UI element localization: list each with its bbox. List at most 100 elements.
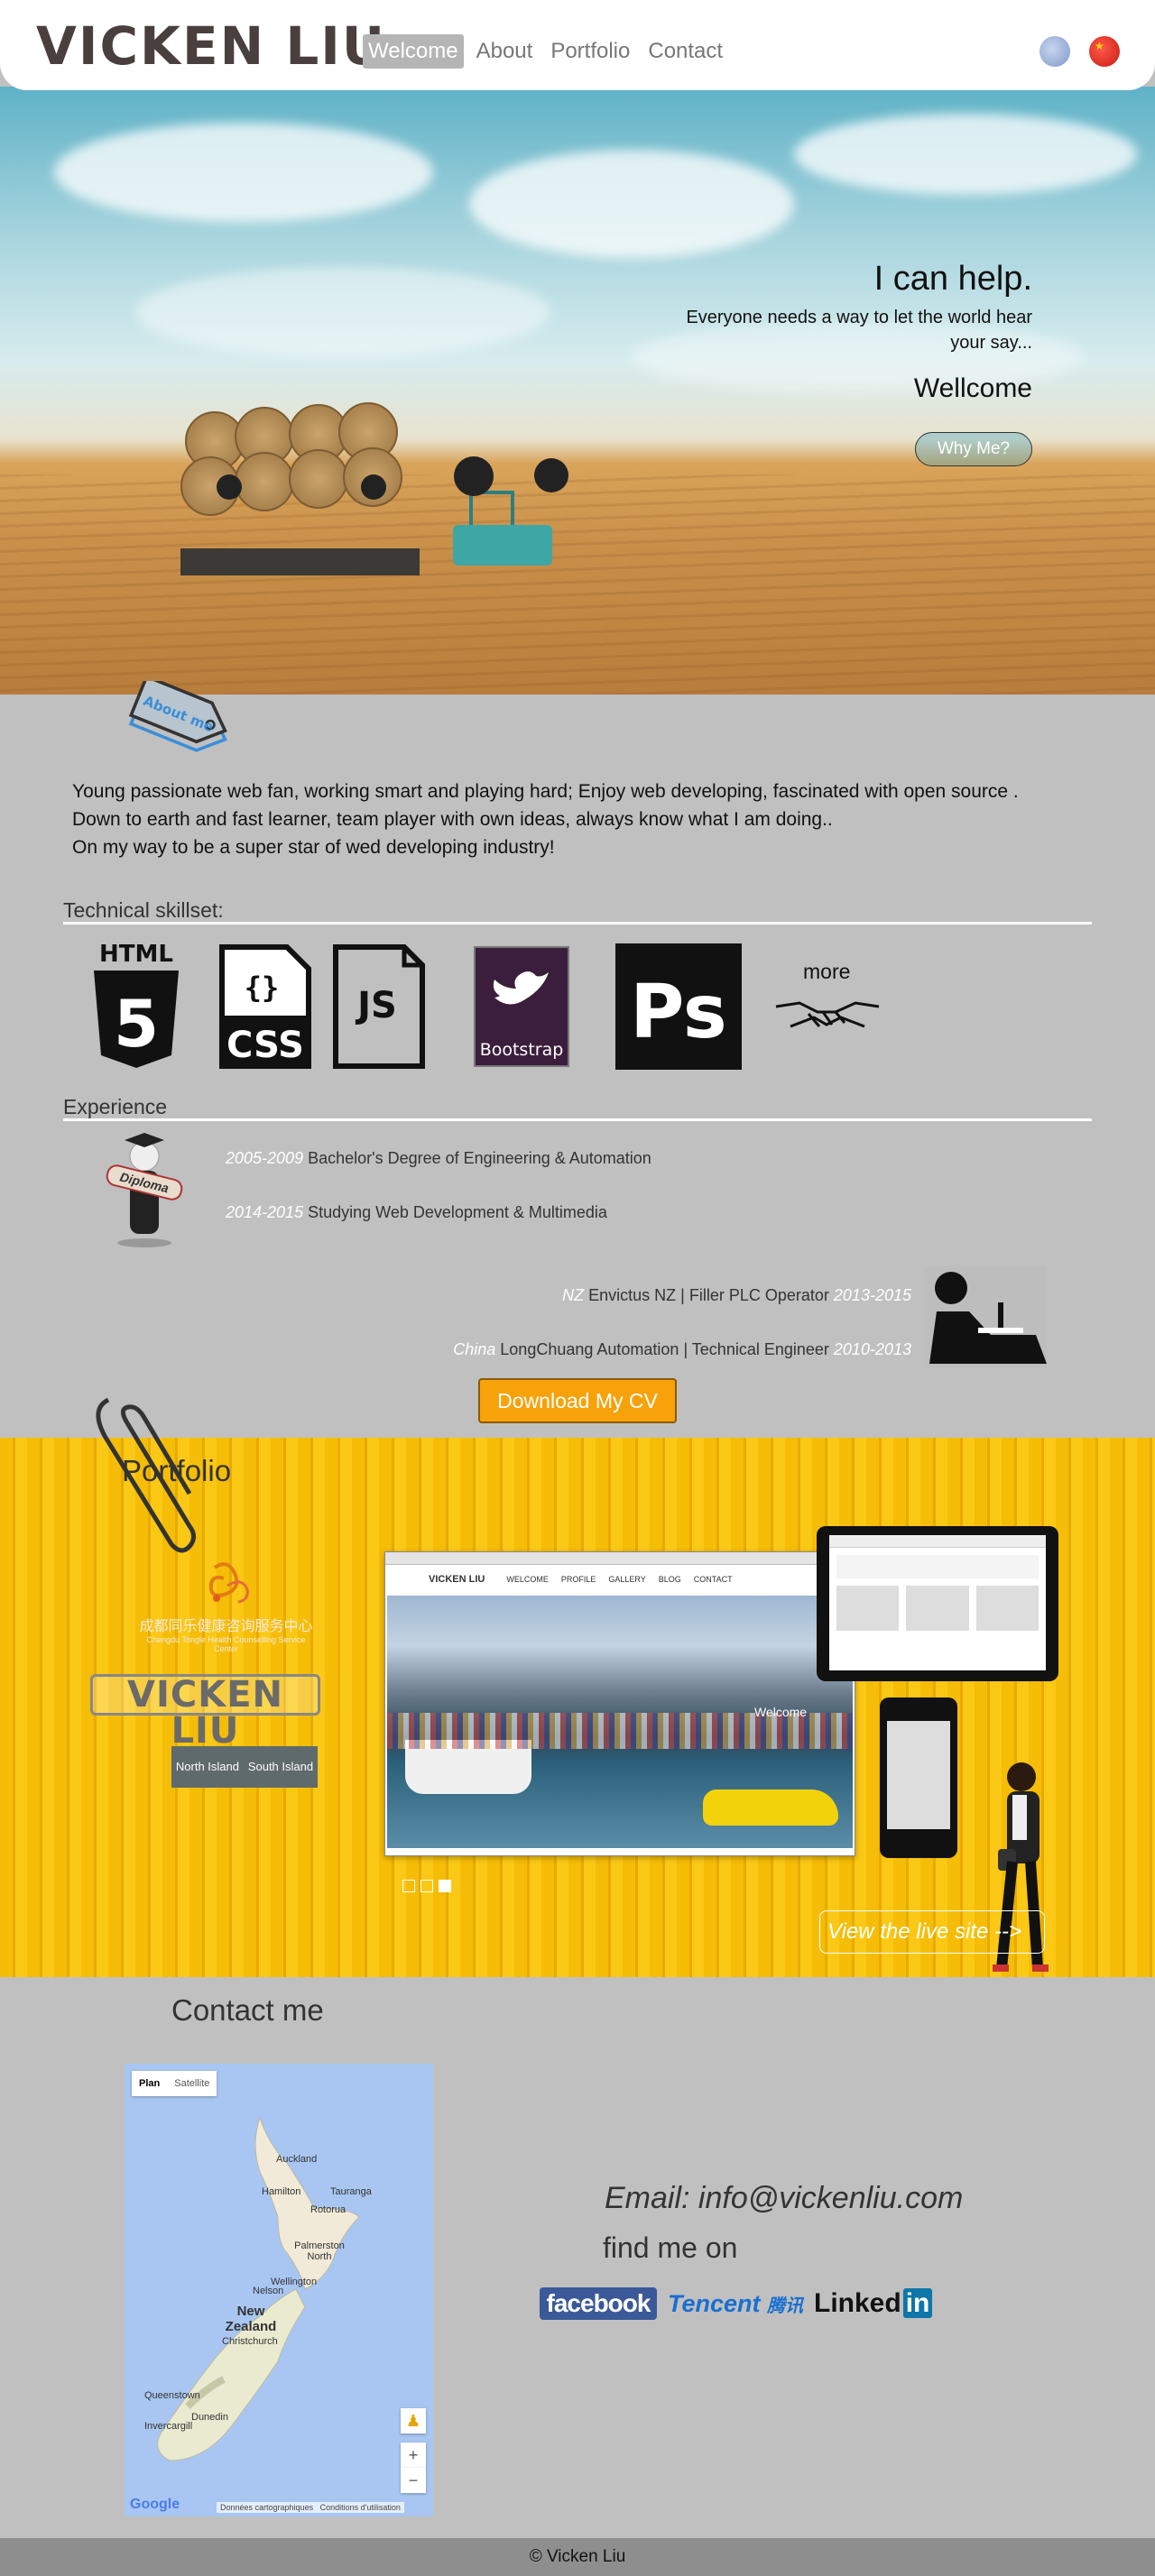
phone-mockup xyxy=(880,1697,957,1858)
work-item: China LongChuang Automation | Technical … xyxy=(453,1340,911,1359)
nav-about[interactable]: About xyxy=(471,34,539,69)
map-city: Wellington xyxy=(271,2277,318,2287)
nav-portfolio[interactable]: Portfolio xyxy=(545,34,635,69)
map-city: Auckland xyxy=(276,2154,318,2165)
work-years: 2010-2013 xyxy=(833,1340,911,1358)
google-map[interactable]: Plan Satellite Auckland Hamilton Taurang… xyxy=(125,2064,433,2516)
work-place: China xyxy=(453,1340,496,1358)
preview-logo: VICKEN LIU xyxy=(429,1574,485,1585)
worker-at-desk-icon xyxy=(924,1266,1047,1367)
tencent-link[interactable]: Tencent 腾讯 xyxy=(668,2287,803,2320)
hero-subtitle: Everyone needs a way to let the world he… xyxy=(686,308,1032,353)
cloud xyxy=(54,123,433,222)
bootstrap-twitter-icon: Bootstrap xyxy=(474,946,569,1067)
hay-trailer xyxy=(180,548,420,575)
map-city: Palmerston North xyxy=(294,2240,345,2262)
map-city: Invercargill xyxy=(144,2421,193,2432)
tractor xyxy=(453,525,552,566)
project-thumb-vicken-liu[interactable]: VICKEN LIU xyxy=(90,1674,320,1749)
find-me-label: find me on xyxy=(603,2231,738,2264)
why-me-button[interactable]: Why Me? xyxy=(915,432,1032,466)
hero-welcome: Wellcome xyxy=(913,373,1032,403)
html-label: HTML xyxy=(99,941,173,968)
carousel-dot-active[interactable] xyxy=(439,1880,451,1892)
wheel xyxy=(217,474,242,500)
pegman-icon[interactable]: ♟ xyxy=(401,2408,426,2433)
download-cv-button[interactable]: Download My CV xyxy=(478,1378,677,1423)
preview-nav-item: PROFILE xyxy=(560,1575,596,1584)
linkedin-word: Linked xyxy=(814,2288,901,2318)
phone-screen xyxy=(887,1721,950,1829)
carousel-dots xyxy=(402,1880,451,1892)
facebook-link[interactable]: facebook xyxy=(540,2287,657,2320)
more-skills-label[interactable]: more xyxy=(803,960,850,984)
linkedin-link[interactable]: Linked in xyxy=(814,2287,933,2320)
zoom-in-button[interactable]: + xyxy=(401,2443,426,2468)
carousel-dot[interactable] xyxy=(402,1880,415,1892)
work-item: NZ Envictus NZ | Filler PLC Operator 201… xyxy=(562,1286,911,1305)
education-text: Studying Web Development & Multimedia xyxy=(308,1203,607,1221)
nav-contact[interactable]: Contact xyxy=(642,34,728,69)
css-icon: {} CSS xyxy=(219,944,311,1069)
preview-caption: Welcome xyxy=(754,1705,808,1719)
preview-photo xyxy=(387,1596,853,1848)
tongle-logo-icon xyxy=(208,1562,249,1604)
project-thumb-tongle[interactable]: 成都同乐健康咨询服务中心 Chengdu Tongle Health Couns… xyxy=(134,1559,319,1653)
js-label: JS xyxy=(355,985,397,1026)
zoom-out-button[interactable]: − xyxy=(401,2468,426,2493)
google-logo: Google xyxy=(130,2497,180,2512)
site-header: VICKEN LIU Welcome About Portfolio Conta… xyxy=(0,0,1155,90)
work-text: LongChuang Automation | Technical Engine… xyxy=(500,1340,829,1358)
handshake-icon[interactable] xyxy=(772,990,882,1044)
view-live-site-button[interactable]: View the live site --> xyxy=(819,1910,1045,1954)
about-line: On my way to be a super star of wed deve… xyxy=(72,837,555,858)
map-city: Queenstown xyxy=(144,2390,200,2401)
work-text: Envictus NZ | Filler PLC Operator xyxy=(588,1286,829,1304)
work-place: NZ xyxy=(562,1286,585,1304)
map-type-tabs: Plan Satellite xyxy=(132,2071,217,2096)
education-years: 2005-2009 xyxy=(226,1149,304,1167)
site-footer: © Vicken Liu xyxy=(0,2538,1155,2576)
map-city: Christchurch xyxy=(222,2336,278,2347)
wheel xyxy=(534,458,568,492)
education-item: 2014-2015 Studying Web Development & Mul… xyxy=(226,1203,607,1222)
contact-email[interactable]: Email: info@vickenliu.com xyxy=(605,2181,963,2216)
photoshop-icon: Ps xyxy=(615,943,742,1070)
wheat-field xyxy=(0,474,1155,695)
nz-flag-icon[interactable] xyxy=(1040,36,1070,67)
about-me-tag-icon: About me xyxy=(128,681,227,752)
tongle-subtitle: Chengdu Tongle Health Counselling Servic… xyxy=(146,1635,306,1653)
preview-nav: VICKEN LIU WELCOME PROFILE GALLERY BLOG … xyxy=(385,1565,855,1594)
hay-bale xyxy=(289,449,348,509)
map-thumb-label: South Island xyxy=(247,1760,314,1773)
jet-boat xyxy=(703,1789,838,1826)
tencent-cn: 腾讯 xyxy=(767,2296,804,2316)
site-logo[interactable]: VICKEN LIU xyxy=(36,20,386,72)
map-tab-plan[interactable]: Plan xyxy=(132,2071,167,2096)
portfolio-preview-browser[interactable]: VICKEN LIU WELCOME PROFILE GALLERY BLOG … xyxy=(384,1551,855,1856)
tencent-latin: Tencent xyxy=(668,2290,761,2317)
experience-title: Experience xyxy=(63,1095,168,1118)
paperclip-icon xyxy=(96,1397,197,1553)
nav-welcome[interactable]: Welcome xyxy=(363,34,464,69)
map-data-link[interactable]: Données cartographiques xyxy=(220,2503,313,2512)
cloud xyxy=(135,267,550,357)
tablet-mockup xyxy=(817,1526,1058,1681)
html5-badge: 5 xyxy=(114,986,159,1062)
skills-title: Technical skillset: xyxy=(63,898,224,922)
map-footer: Données cartographiques Conditions d'uti… xyxy=(217,2502,404,2513)
education-text: Bachelor's Degree of Engineering & Autom… xyxy=(308,1149,651,1167)
education-years: 2014-2015 xyxy=(226,1203,304,1221)
cloud xyxy=(469,150,794,258)
linkedin-in: in xyxy=(902,2288,933,2318)
wheel xyxy=(361,474,386,500)
map-terms-link[interactable]: Conditions d'utilisation xyxy=(320,2503,401,2512)
hero-title: I can help. xyxy=(873,260,1032,298)
china-flag-icon[interactable] xyxy=(1089,36,1120,67)
map-country: New Zealand xyxy=(225,2304,277,2334)
project-thumb-nz-map[interactable]: North Island South Island xyxy=(171,1746,318,1788)
about-text: Young passionate web fan, working smart … xyxy=(72,777,1019,861)
carousel-dot[interactable] xyxy=(420,1880,433,1892)
map-tab-satellite[interactable]: Satellite xyxy=(167,2071,217,2096)
ps-label: Ps xyxy=(630,970,726,1055)
